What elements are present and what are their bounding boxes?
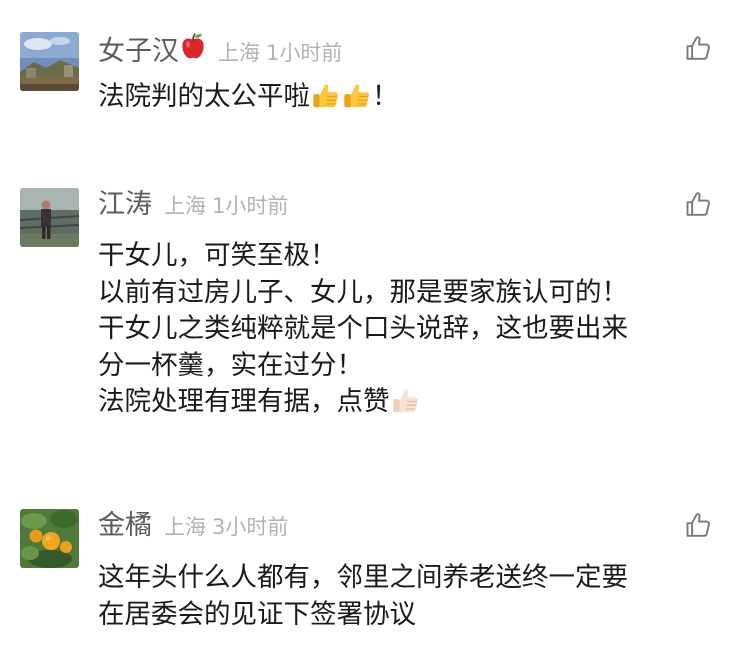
comment-line: 干女儿之类纯粹就是个口头说辞，这也要出来 bbox=[98, 313, 628, 344]
thumbs-up-emoji-icon bbox=[310, 81, 341, 111]
location: 上海 bbox=[164, 515, 206, 539]
comment-meta: 上海 1小时前 bbox=[164, 189, 288, 223]
username[interactable]: 江涛 bbox=[98, 188, 152, 222]
comment-text: 法院判的太公平啦！ bbox=[98, 79, 718, 116]
comment-line: 以前有过房儿子、女儿，那是要家族认可的！ bbox=[98, 276, 628, 308]
like-icon[interactable] bbox=[684, 190, 712, 218]
comment-line: 法院处理有理有据，点赞 bbox=[98, 384, 718, 421]
avatar[interactable] bbox=[20, 188, 79, 247]
comment-header: 女子汉 上海 1小时前 bbox=[98, 32, 342, 69]
light-thumbs-up-emoji-icon bbox=[390, 386, 421, 416]
avatar-image bbox=[20, 509, 79, 568]
comment-header: 江涛 上海 1小时前 bbox=[98, 188, 288, 222]
comment-text: 干女儿，可笑至极！ 以前有过房儿子、女儿，那是要家族认可的！ 干女儿之类纯粹就是… bbox=[98, 238, 718, 421]
avatar[interactable] bbox=[20, 32, 79, 91]
comment-header: 金橘 上海 3小时前 bbox=[98, 509, 288, 543]
comment-meta: 上海 3小时前 bbox=[164, 510, 288, 544]
timestamp: 1小时前 bbox=[266, 41, 343, 65]
location: 上海 bbox=[218, 41, 260, 65]
apple-emoji-icon bbox=[180, 32, 206, 60]
comment-line: 这年头什么人都有，邻里之间养老送终一定要 bbox=[98, 562, 628, 593]
timestamp: 1小时前 bbox=[212, 194, 289, 218]
avatar-image bbox=[20, 32, 79, 91]
username[interactable]: 金橘 bbox=[98, 509, 152, 543]
comment-text: 这年头什么人都有，邻里之间养老送终一定要 在居委会的见证下签署协议 bbox=[98, 560, 718, 633]
like-icon[interactable] bbox=[684, 34, 712, 62]
comment-meta: 上海 1小时前 bbox=[218, 36, 342, 70]
avatar[interactable] bbox=[20, 509, 79, 568]
comment-line: 干女儿，可笑至极！ bbox=[98, 240, 337, 271]
timestamp: 3小时前 bbox=[212, 515, 289, 539]
comment-line: 法院判的太公平啦！ bbox=[98, 81, 399, 112]
location: 上海 bbox=[164, 194, 206, 218]
comment-line: 在居委会的见证下签署协议 bbox=[98, 598, 416, 630]
username[interactable]: 女子汉 bbox=[98, 35, 179, 69]
thumbs-up-emoji-icon bbox=[341, 81, 372, 111]
avatar-image bbox=[20, 188, 79, 247]
like-icon[interactable] bbox=[684, 511, 712, 539]
comment-line: 分一杯羹，实在过分！ bbox=[98, 349, 363, 381]
